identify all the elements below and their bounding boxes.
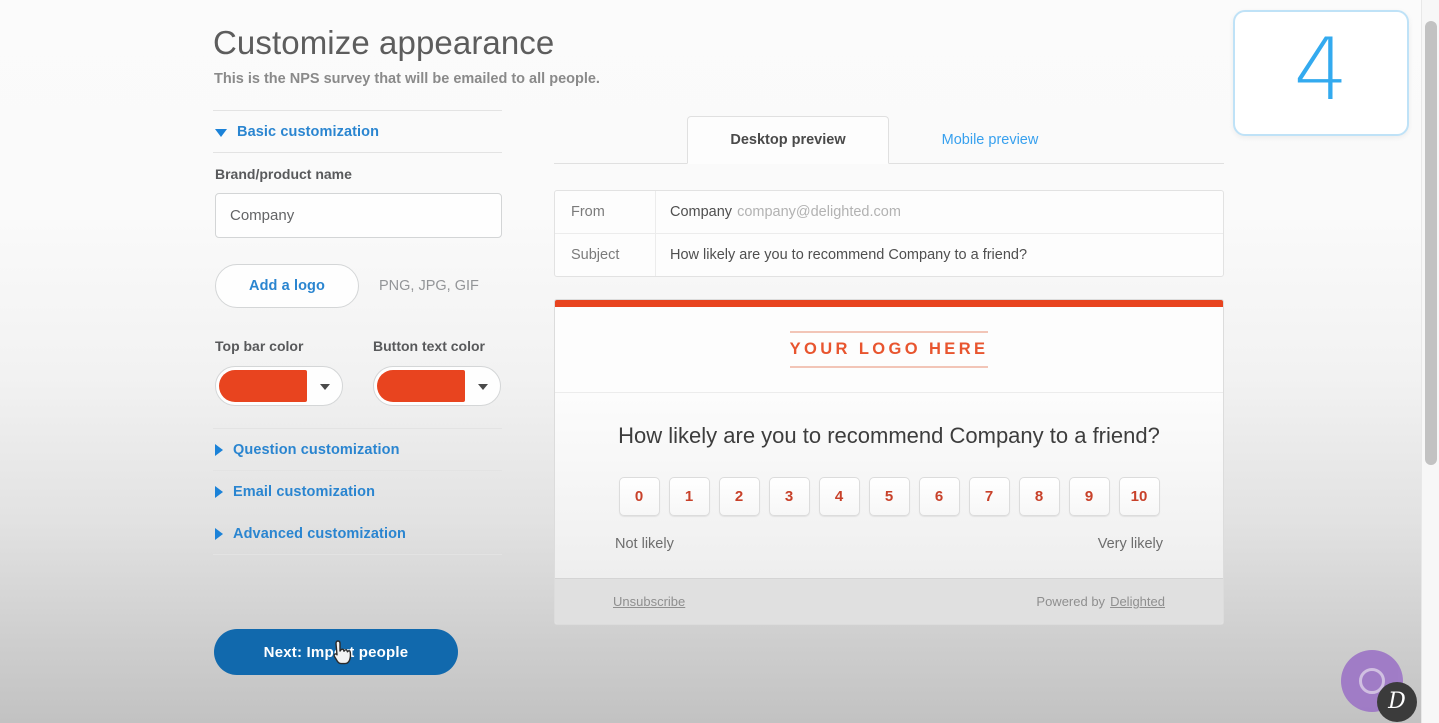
caret-right-icon (215, 486, 223, 498)
accordion-email-customization: Email customization (213, 470, 502, 512)
nps-score-button[interactable]: 10 (1118, 477, 1160, 516)
brand-name-label: Brand/product name (215, 166, 352, 182)
accordion-label-advanced: Advanced customization (233, 526, 407, 542)
vertical-scrollbar-thumb[interactable] (1425, 21, 1437, 465)
sidebar-bottom-divider (213, 554, 502, 555)
delighted-brand-link[interactable]: Delighted (1110, 594, 1165, 609)
unsubscribe-link[interactable]: Unsubscribe (613, 594, 685, 609)
brand-name-input[interactable] (215, 193, 502, 238)
powered-by: Powered by Delighted (1036, 594, 1165, 609)
logo-placeholder-plate: YOUR LOGO HERE (789, 331, 989, 368)
accordion-label-email: Email customization (233, 484, 376, 500)
accordion-label-basic: Basic customization (237, 124, 380, 140)
email-meta-row-from: From Company company@delighted.com (555, 191, 1223, 233)
nps-score-button[interactable]: 3 (768, 477, 810, 516)
chat-widget[interactable]: D (1341, 650, 1417, 722)
logo-placeholder-text: YOUR LOGO HERE (789, 340, 989, 358)
page-title: Customize appearance (213, 24, 555, 61)
button-text-color-swatch (377, 370, 465, 402)
customization-sidebar: Basic customization Brand/product name A… (213, 110, 502, 555)
top-bar-color-label: Top bar color (215, 338, 304, 354)
next-import-people-button[interactable]: Next: Import people (214, 629, 458, 675)
accordion-header-email-customization[interactable]: Email customization (213, 471, 502, 512)
step-number-value: 4 (1293, 20, 1349, 120)
nps-score-button[interactable]: 4 (818, 477, 860, 516)
nps-score-button[interactable]: 6 (918, 477, 960, 516)
tab-mobile-preview[interactable]: Mobile preview (889, 116, 1091, 164)
from-sender-email: company@delighted.com (737, 204, 901, 220)
nps-score-button[interactable]: 0 (618, 477, 660, 516)
email-meta-row-subject: Subject How likely are you to recommend … (555, 233, 1223, 276)
button-text-color-label: Button text color (373, 338, 485, 354)
email-meta-key-subject: Subject (555, 234, 656, 276)
email-meta-value-subject: How likely are you to recommend Company … (670, 247, 1028, 263)
add-logo-button[interactable]: Add a logo (215, 264, 359, 308)
caret-down-icon (215, 129, 227, 137)
accordion-question-customization: Question customization (213, 428, 502, 470)
email-meta-table: From Company company@delighted.com Subje… (554, 190, 1224, 277)
delighted-logo-badge[interactable]: D (1377, 682, 1417, 722)
nps-low-label: Not likely (615, 536, 674, 552)
nps-scale-labels: Not likely Very likely (615, 536, 1163, 552)
basic-customization-body: Brand/product name Add a logo PNG, JPG, … (213, 153, 502, 428)
caret-right-icon (215, 528, 223, 540)
survey-top-bar (555, 300, 1223, 307)
email-meta-key-from: From (555, 191, 656, 233)
powered-by-prefix: Powered by (1036, 594, 1106, 609)
email-preview-panel: Desktop preview Mobile preview From Comp… (554, 116, 1224, 625)
chevron-down-icon (478, 384, 488, 390)
nps-score-button[interactable]: 2 (718, 477, 760, 516)
survey-body: How likely are you to recommend Company … (555, 393, 1223, 578)
nps-high-label: Very likely (1097, 536, 1163, 552)
top-bar-color-swatch (219, 370, 307, 402)
survey-question-text: How likely are you to recommend Company … (618, 423, 1160, 448)
accordion-header-advanced-customization[interactable]: Advanced customization (213, 513, 502, 554)
logo-format-hint: PNG, JPG, GIF (379, 278, 479, 294)
delighted-logo-letter: D (1388, 688, 1406, 714)
survey-email-preview-card: YOUR LOGO HERE How likely are you to rec… (554, 299, 1224, 625)
from-sender-name: Company (670, 204, 733, 220)
survey-logo-zone: YOUR LOGO HERE (555, 307, 1223, 393)
button-text-color-picker[interactable] (373, 366, 501, 406)
accordion-label-question: Question customization (233, 442, 400, 458)
logo-upload-row: Add a logo PNG, JPG, GIF (215, 264, 502, 308)
accordion-header-basic-customization[interactable]: Basic customization (213, 111, 502, 152)
color-pickers-row: Top bar color Button text color (215, 338, 502, 406)
caret-right-icon (215, 444, 223, 456)
accordion-basic-customization: Basic customization (213, 110, 502, 152)
tab-desktop-preview[interactable]: Desktop preview (687, 116, 889, 164)
nps-score-button[interactable]: 5 (868, 477, 910, 516)
top-bar-color-picker[interactable] (215, 366, 343, 406)
nps-score-button[interactable]: 7 (968, 477, 1010, 516)
accordion-advanced-customization: Advanced customization (213, 512, 502, 554)
button-text-color-group: Button text color (373, 338, 501, 406)
preview-tabs: Desktop preview Mobile preview (554, 116, 1224, 164)
nps-score-button[interactable]: 1 (668, 477, 710, 516)
accordion-header-question-customization[interactable]: Question customization (213, 429, 502, 470)
survey-footer: Unsubscribe Powered by Delighted (555, 578, 1223, 624)
app-page: Customize appearance This is the NPS sur… (0, 0, 1439, 723)
chevron-down-icon (320, 384, 330, 390)
nps-score-button[interactable]: 9 (1068, 477, 1110, 516)
top-bar-color-group: Top bar color (215, 338, 343, 406)
nps-score-button[interactable]: 8 (1018, 477, 1060, 516)
page-subtitle: This is the NPS survey that will be emai… (214, 71, 600, 87)
step-number-badge: 4 (1233, 10, 1409, 136)
nps-scale: 0 1 2 3 4 5 6 7 8 9 10 (555, 477, 1223, 516)
email-meta-value-from: Company company@delighted.com (656, 191, 901, 233)
